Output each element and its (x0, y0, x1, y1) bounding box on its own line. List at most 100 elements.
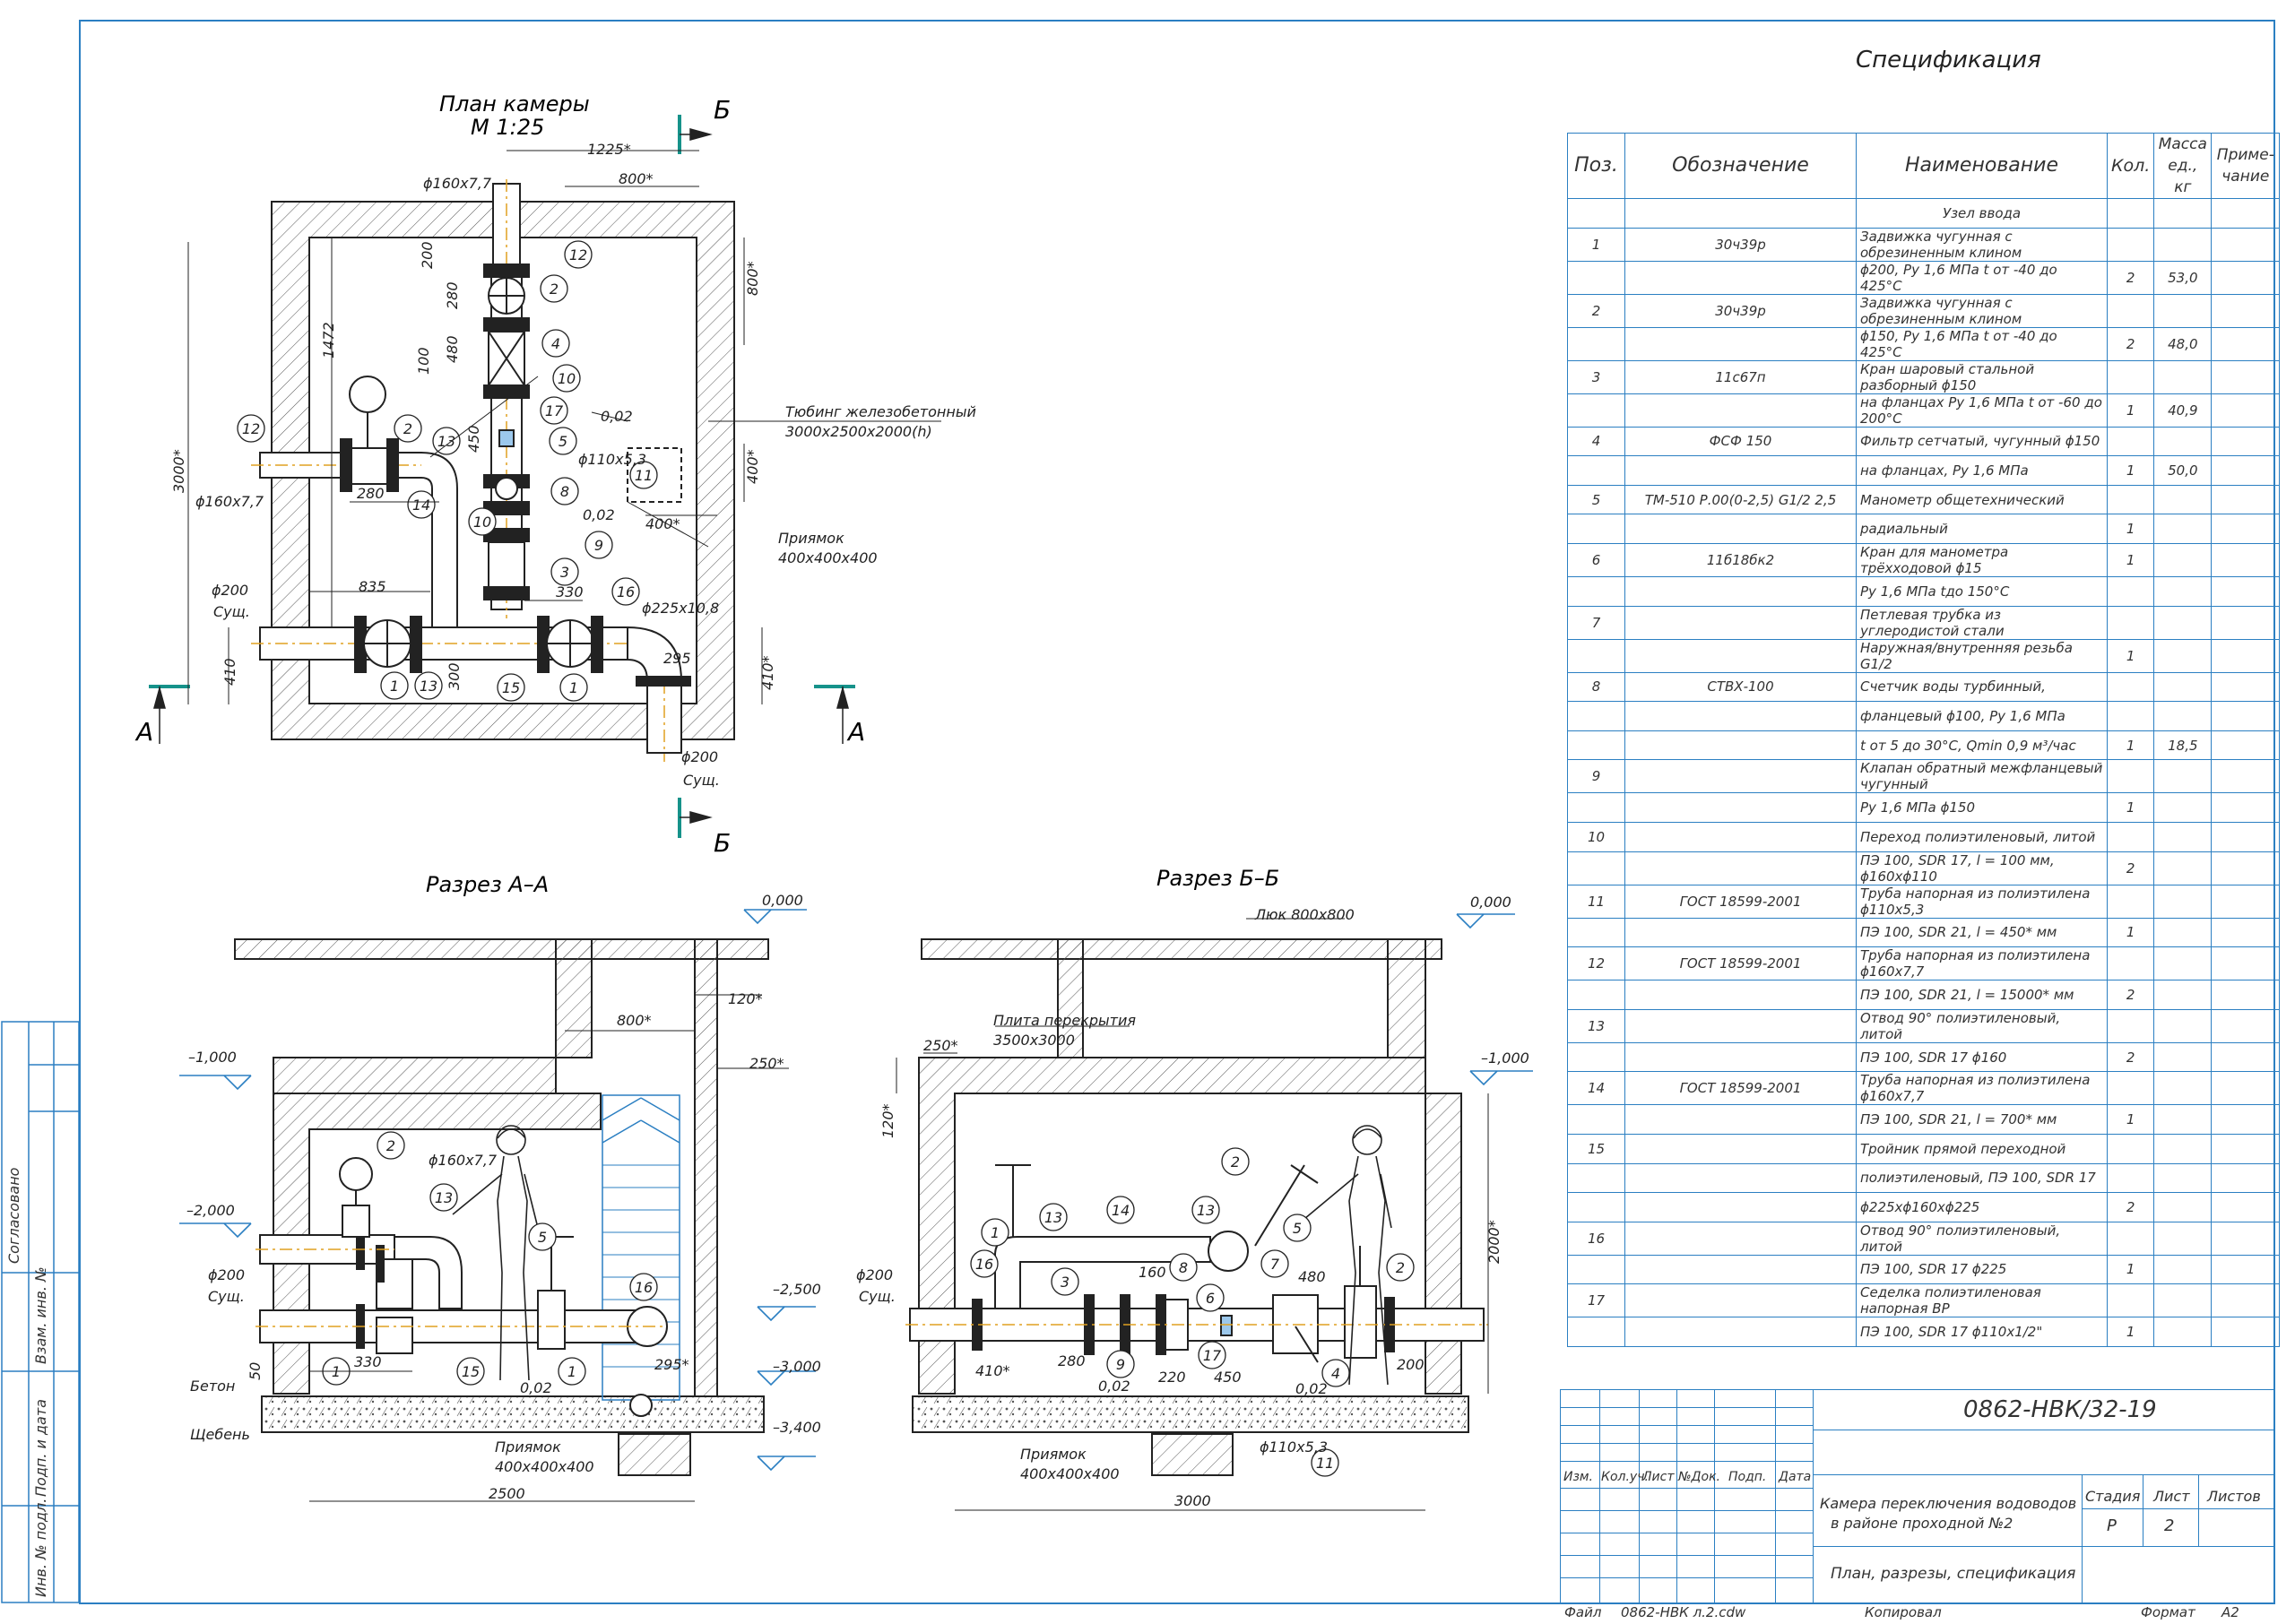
spec-cell-mass: 53,0 (2153, 260, 2213, 295)
spec-cell-pos (1567, 1192, 1625, 1222)
plan-slope: 0,02 (601, 408, 633, 425)
spec-cell-mass: 18,5 (2153, 730, 2213, 761)
spec-cell-pos: 11 (1567, 884, 1625, 919)
spec-cell-note (2211, 1283, 2281, 1318)
spec-cell-pos (1567, 1254, 1625, 1285)
spec-cell-pos (1567, 514, 1625, 544)
spec-cell-pos (1567, 575, 1625, 607)
aa-level-m2: –2,000 (186, 1202, 235, 1219)
spec-cell-qty: 1 (2106, 1317, 2155, 1347)
spec-cell-mass (2153, 917, 2213, 948)
plan-d160b: ϕ160x7,7 (195, 493, 264, 510)
spec-cell-name: Труба напорная из полиэтилена ϕ160x7,7 (1856, 946, 2108, 981)
spec-cell-pos (1567, 1104, 1625, 1135)
plan-pos-10b: 10 (473, 514, 491, 531)
section-bb-title: Разрез Б–Б (1156, 866, 1279, 891)
spec-cell-pos (1567, 260, 1625, 295)
spec-cell-qty: 1 (2106, 1104, 2155, 1135)
spec-cell-name: ПЭ 100, SDR 21, l = 15000* мм (1856, 980, 2108, 1010)
spec-cell-qty (2106, 426, 2155, 457)
spec-cell-designation (1624, 638, 1857, 673)
spec-cell-mass: 50,0 (2153, 455, 2213, 486)
spec-row: 13 Отвод 90° полиэтиленовый, литой (1567, 1008, 2281, 1043)
section-aa: Разрез А–А 2 13 5 16 1 15 1 0,000 –1,000… (179, 872, 821, 1502)
aa-d200: ϕ200 (208, 1266, 245, 1283)
plan-view: План камеры М 1:25 А А Б Б 12 2 4 10 17 … (134, 91, 976, 858)
bb-sush: Сущ. (859, 1288, 896, 1305)
spec-row: 6 11б18бк2 Кран для манометра трёхходовой … (1567, 542, 2281, 577)
spec-cell-note (2211, 293, 2281, 328)
spec-cell-name: полиэтиленовый, ПЭ 100, SDR 17 (1856, 1162, 2108, 1194)
spec-cell-note (2211, 198, 2281, 229)
dim-410r: 410* (759, 655, 776, 690)
spec-cell-pos: 3 (1567, 359, 1625, 394)
spec-cell-qty: 2 (2106, 851, 2155, 885)
tb-izm: Изм. (1563, 1470, 1593, 1484)
spec-cell-note (2211, 326, 2281, 361)
spec-cell-name: Счетчик воды турбинный, (1856, 671, 2108, 703)
aa-pos-1b: 1 (567, 1363, 576, 1380)
spec-cell-qty: 2 (2106, 1041, 2155, 1073)
plan-pos-11: 11 (635, 467, 653, 484)
spec-cell-mass (2153, 605, 2213, 640)
spec-row: ПЭ 100, SDR 21, l = 700* мм 1 (1567, 1104, 2281, 1135)
spec-cell-mass (2153, 1162, 2213, 1194)
spec-cell-pos (1567, 1162, 1625, 1194)
spec-row: ПЭ 100, SDR 17 ϕ225 1 (1567, 1254, 2281, 1285)
spec-cell-qty (2106, 198, 2155, 229)
spec-cell-note (2211, 792, 2281, 823)
spec-row: 14 ГОСТ 18599-2001 Труба напорная из полиэ… (1567, 1071, 2281, 1106)
spec-cell-mass (2153, 293, 2213, 328)
spec-cell-mass: 40,9 (2153, 393, 2213, 428)
dim-330: 330 (556, 583, 584, 600)
spec-cell-mass (2153, 884, 2213, 919)
spec-cell-note (2211, 1221, 2281, 1256)
spec-cell-mass (2153, 1254, 2213, 1285)
spec-cell-qty (2106, 575, 2155, 607)
plan-pos-14: 14 (412, 497, 430, 514)
spec-cell-note (2211, 227, 2281, 262)
bb-pit: Приямок (1020, 1446, 1087, 1463)
spec-row: Узел ввода (1567, 198, 2281, 229)
spec-cell-mass (2153, 1133, 2213, 1164)
section-aa-title: Разрез А–А (426, 872, 549, 897)
spec-row: 7 Петлевая трубка из углеродистой стали (1567, 605, 2281, 640)
spec-cell-name: фланцевый ϕ100, Ру 1,6 МПа (1856, 701, 2108, 731)
spec-cell-name: Кран шаровый стальной разборный ϕ150 (1856, 359, 2108, 394)
spec-cell-name: ПЭ 100, SDR 17 ϕ110x1/2" (1856, 1317, 2108, 1347)
spec-cell-designation (1624, 605, 1857, 640)
dim-410: 410 (221, 658, 238, 686)
bb-level-m1: –1,000 (1481, 1050, 1529, 1067)
plan-scale: М 1:25 (471, 115, 544, 140)
spec-cell-qty (2106, 293, 2155, 328)
spec-cell-name: Наружная/внутренняя резьба G1/2 (1856, 638, 2108, 673)
spec-row: 3 11с67п Кран шаровый стальной разборный ϕ… (1567, 359, 2281, 394)
spec-cell-mass (2153, 542, 2213, 577)
spec-cell-qty (2106, 359, 2155, 394)
spec-title: Спецификация (1856, 47, 2041, 73)
spec-cell-designation (1624, 1104, 1857, 1135)
spec-cell-designation (1624, 730, 1857, 761)
plan-pos-1: 1 (390, 678, 399, 695)
spec-cell-designation (1624, 1221, 1857, 1256)
spec-cell-note (2211, 1071, 2281, 1106)
spec-cell-designation: 30ч39р (1624, 293, 1857, 328)
spec-cell-mass (2153, 1283, 2213, 1318)
spec-cell-pos: 14 (1567, 1071, 1625, 1106)
spec-cell-designation (1624, 1162, 1857, 1194)
spec-cell-designation: ГОСТ 18599-2001 (1624, 884, 1857, 919)
spec-cell-qty: 1 (2106, 792, 2155, 823)
spec-cell-note (2211, 359, 2281, 394)
aa-dim-120: 120* (728, 990, 763, 1007)
plan-d160: ϕ160x7,7 (423, 175, 492, 192)
plan-pos-2: 2 (550, 281, 559, 298)
spec-col-designation: Обозначение (1624, 133, 1857, 199)
plan-tubing-size: 3000x2500x2000(h) (785, 423, 932, 440)
spec-cell-mass (2153, 946, 2213, 981)
plan-pos-2b: 2 (403, 420, 412, 437)
spec-cell-designation (1624, 1317, 1857, 1347)
spec-cell-pos: 6 (1567, 542, 1625, 577)
spec-cell-name: Петлевая трубка из углеродистой стали (1856, 605, 2108, 640)
spec-cell-note (2211, 851, 2281, 885)
bb-pos-6: 6 (1206, 1290, 1215, 1307)
